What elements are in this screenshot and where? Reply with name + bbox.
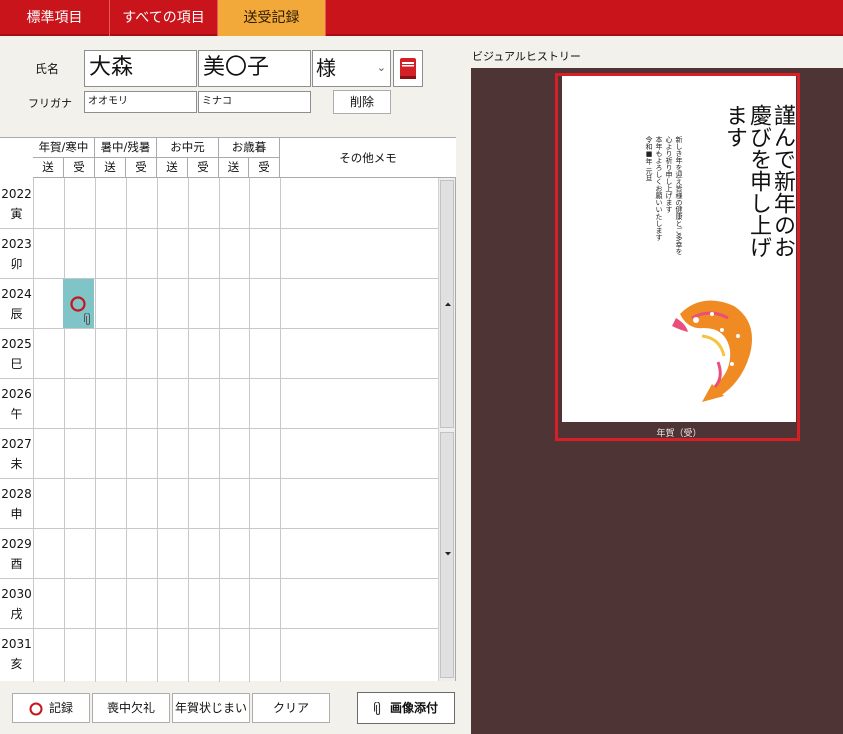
subheader-send: 送 [95, 158, 126, 178]
header-ochugen: お中元 [157, 138, 219, 158]
record-button-label: 記録 [48, 701, 73, 715]
attach-image-button[interactable]: 画像添付 [357, 692, 455, 724]
nenga-card-image[interactable]: 謹んで新年のお慶びを申し上げます 新しき年を迎え皆様の健康とご多幸を 心より祈り… [562, 76, 796, 422]
scroll-down-button[interactable] [440, 432, 454, 678]
address-book-button[interactable] [393, 50, 423, 87]
row-year: 2026 [1, 387, 32, 401]
last-kana-field[interactable]: オオモリ [84, 91, 197, 113]
row-year: 2023 [1, 237, 32, 251]
scroll-up-button[interactable] [440, 180, 454, 428]
scroll-up-icon [445, 302, 451, 306]
col-divider [126, 178, 127, 682]
header-memo: その他メモ [280, 138, 456, 178]
sea-bream-illustration [672, 300, 752, 402]
row-eto: 戌 [10, 607, 23, 621]
mourning-button[interactable]: 喪中欠礼 [92, 693, 170, 723]
row-year: 2029 [1, 537, 32, 551]
furigana-label: フリガナ [28, 97, 72, 110]
subheader-receive: 受 [188, 158, 219, 178]
col-divider [188, 178, 189, 682]
tab-all-items[interactable]: すべての項目 [110, 0, 218, 36]
subheader-send: 送 [219, 158, 249, 178]
subheader-receive: 受 [64, 158, 95, 178]
subheader-receive: 受 [126, 158, 157, 178]
paperclip-icon [84, 313, 90, 325]
visual-history-panel[interactable]: 謹んで新年のお慶びを申し上げます 新しき年を迎え皆様の健康とご多幸を 心より祈り… [471, 68, 843, 734]
row-eto: 午 [10, 407, 23, 421]
row-eto: 亥 [10, 657, 23, 671]
book-icon [400, 58, 416, 79]
col-divider [157, 178, 158, 682]
card-caption: 年賀（受） [656, 429, 702, 439]
paperclip-icon [373, 700, 381, 715]
first-kana-field[interactable]: ミナコ [198, 91, 311, 113]
header-oseibo: お歳暮 [219, 138, 280, 158]
card-calligraphy: 謹んで新年のお慶びを申し上げます [722, 104, 795, 258]
chevron-down-icon: ⌄ [376, 61, 386, 74]
attach-image-label: 画像添付 [389, 701, 438, 715]
row-year: 2024 [1, 287, 32, 301]
subheader-send: 送 [157, 158, 188, 178]
history-title: ビジュアルヒストリー [472, 50, 581, 63]
row-year: 2031 [1, 637, 32, 651]
clear-button[interactable]: クリア [252, 693, 330, 723]
row-year: 2025 [1, 337, 32, 351]
table-scrollbar[interactable] [438, 178, 455, 681]
row-eto: 申 [10, 507, 23, 521]
row-eto: 寅 [10, 207, 23, 221]
row-year: 2022 [1, 187, 32, 201]
subheader-receive: 受 [249, 158, 280, 178]
row-eto: 未 [10, 457, 23, 471]
tab-bar: 標準項目 すべての項目 送受記録 [0, 0, 843, 36]
card-message: 新しき年を迎え皆様の健康とご多幸を 心より祈り申し上げます 本年もよろしくお願い… [645, 136, 683, 255]
col-divider [64, 178, 65, 682]
col-divider [249, 178, 250, 682]
tab-send-receive-record[interactable]: 送受記録 [218, 0, 326, 36]
scroll-down-icon [445, 552, 451, 556]
cell-2024-nenga-receive[interactable] [63, 279, 94, 328]
col-divider [219, 178, 220, 682]
row-year: 2030 [1, 587, 32, 601]
end-nenga-button[interactable]: 年賀状じまい [172, 693, 250, 723]
row-year: 2027 [1, 437, 32, 451]
last-name-field[interactable]: 大森 [84, 50, 197, 87]
honorific-select[interactable]: 様 ⌄ [312, 50, 391, 87]
honorific-value: 様 [316, 56, 336, 80]
subheader-send: 送 [33, 158, 64, 178]
row-eto: 巳 [10, 357, 23, 371]
row-eto: 酉 [10, 557, 23, 571]
col-divider [33, 178, 34, 682]
circle-mark-icon [29, 702, 43, 715]
col-divider [280, 178, 281, 682]
header-nenga: 年賀/寒中 [33, 138, 95, 158]
row-eto: 卯 [10, 257, 23, 271]
row-year: 2028 [1, 487, 32, 501]
header-shochu: 暑中/残暑 [95, 138, 157, 158]
tab-standard-items[interactable]: 標準項目 [0, 0, 110, 36]
col-divider [95, 178, 96, 682]
record-table: 年賀/寒中 暑中/残暑 お中元 お歳暮 送 受 送 受 送 受 送 受 その他メ… [0, 137, 456, 682]
name-label: 氏名 [35, 62, 60, 76]
first-name-field[interactable]: 美〇子 [198, 50, 311, 87]
row-eto: 辰 [10, 307, 23, 321]
delete-button[interactable]: 削除 [333, 90, 391, 114]
record-button[interactable]: 記録 [12, 693, 90, 723]
